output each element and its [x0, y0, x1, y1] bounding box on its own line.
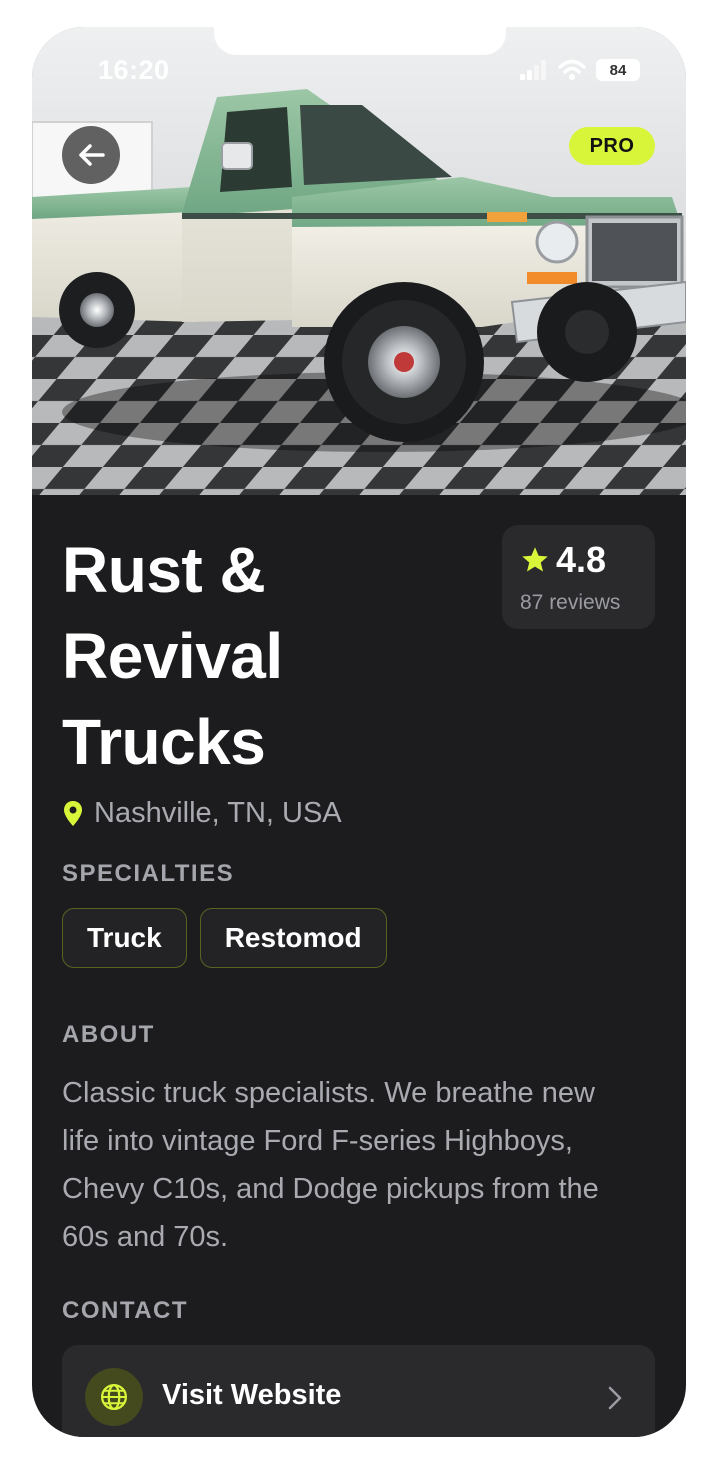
rating-value: 4.8 — [556, 539, 607, 580]
location-text: Nashville, TN, USA — [94, 797, 342, 829]
signal-icon — [520, 60, 546, 80]
specialty-tag-restomod[interactable]: Restomod — [199, 908, 387, 968]
map-pin-icon — [64, 800, 82, 826]
device-notch — [214, 27, 506, 55]
hero-image — [32, 27, 686, 495]
review-count: 87 reviews — [520, 591, 621, 614]
battery-indicator: 84 — [596, 59, 640, 81]
status-icons: 84 — [520, 59, 640, 81]
app-screen: 16:20 84 PRO Rust & Revival Trucks 4.8 8… — [32, 27, 686, 1437]
status-time: 16:20 — [98, 55, 170, 85]
about-label: ABOUT — [62, 1021, 155, 1048]
specialty-tags: Truck Restomod — [62, 908, 387, 968]
location: Nashville, TN, USA — [62, 797, 342, 830]
back-button[interactable] — [62, 126, 120, 184]
about-text: Classic truck specialists. We breathe ne… — [62, 1077, 599, 1253]
specialty-tag-truck[interactable]: Truck — [62, 908, 187, 968]
contact-label: CONTACT — [62, 1297, 189, 1324]
website-icon-circle — [85, 1368, 143, 1426]
star-icon — [522, 547, 548, 572]
arrow-left-icon — [79, 144, 105, 166]
shop-name: Rust & Revival Trucks — [62, 534, 283, 778]
rating-card[interactable]: 4.8 87 reviews — [502, 525, 655, 629]
specialties-label: SPECIALTIES — [62, 860, 235, 887]
rating-summary: 4.8 — [520, 539, 606, 581]
pro-badge: PRO — [569, 127, 655, 165]
globe-icon — [101, 1384, 127, 1410]
wifi-icon — [558, 59, 586, 80]
truck-photo — [32, 27, 686, 495]
chevron-right-icon — [608, 1386, 622, 1410]
visit-website-label: Visit Website — [162, 1379, 342, 1411]
visit-website-button[interactable]: Visit Website — [62, 1345, 655, 1437]
